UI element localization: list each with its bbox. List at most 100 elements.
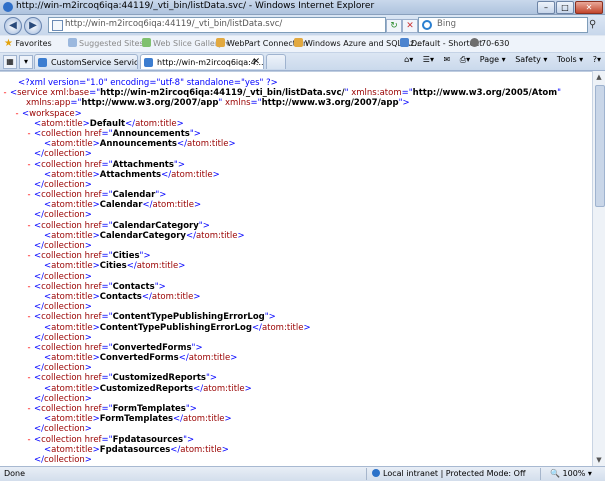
collapse-toggle[interactable]: -	[24, 343, 34, 353]
xml-collection-title: <atom:title>Fpdatasources</atom:title>	[44, 444, 229, 455]
tab-bar: ▦ ▾ CustomService Service http://win-m2i…	[0, 53, 605, 71]
xml-collection-close: </collection>	[34, 454, 92, 465]
scroll-up-icon[interactable]: ▲	[595, 73, 603, 81]
xml-collection-open: - <collection href="FormTemplates">	[0, 404, 561, 414]
feeds-icon[interactable]: ☰▾	[423, 55, 434, 64]
command-bar: ⌂▾ ☰▾ ✉ ⎙▾ Page ▾ Safety ▾ Tools ▾ ?▾	[397, 55, 601, 65]
favorite-70-630[interactable]: 70-630	[470, 38, 509, 48]
collapse-toggle[interactable]: -	[24, 221, 34, 231]
collapse-toggle[interactable]: -	[24, 251, 34, 261]
status-text: Done	[4, 469, 26, 478]
stop-icon[interactable]: ✕	[402, 19, 418, 33]
page-menu[interactable]: Page ▾	[480, 55, 506, 64]
xml-collection-close: </collection>	[34, 393, 92, 404]
xml-collection-close: </collection>	[34, 210, 92, 221]
minimize-button[interactable]: –	[537, 1, 555, 14]
quick-tabs-icon[interactable]: ▦	[3, 55, 17, 69]
window-title: http://win-m2ircoq6iqa:44119/_vti_bin/li…	[16, 1, 375, 11]
zoom-level[interactable]: 🔍 100% ▾	[550, 469, 592, 478]
suggested-sites-icon	[68, 38, 77, 47]
xml-collection-close: </collection>	[34, 302, 92, 313]
xml-document: <?xml version="1.0" encoding="utf-8" sta…	[0, 78, 561, 465]
vertical-scrollbar[interactable]: ▲ ▼	[592, 71, 605, 466]
refresh-icon[interactable]: ↻	[386, 19, 402, 33]
forward-button[interactable]: ▶	[24, 17, 42, 35]
title-bar: http://win-m2ircoq6iqa:44119/_vti_bin/li…	[0, 0, 605, 15]
xml-collection-title: <atom:title>Calendar</atom:title>	[44, 200, 202, 211]
tools-menu[interactable]: Tools ▾	[557, 55, 583, 64]
xml-collection-open: - <collection href="Contacts">	[0, 282, 561, 292]
scroll-down-icon[interactable]: ▼	[595, 456, 603, 464]
xml-collection-title: <atom:title>Cities</atom:title>	[44, 261, 186, 272]
page-icon	[216, 38, 225, 47]
page-icon	[38, 58, 47, 67]
address-bar[interactable]: http://win-m2ircoq6iqa:44119/_vti_bin/li…	[48, 17, 386, 33]
favorite-suggested-sites[interactable]: Suggested Sites ▾	[68, 38, 150, 48]
safety-menu[interactable]: Safety ▾	[515, 55, 547, 64]
xml-service-line-2: xmlns:app="http://www.w3.org/2007/app" x…	[26, 98, 410, 109]
collection-list: - <collection href="Announcements"> <atom:…	[0, 129, 561, 465]
tab-customservice[interactable]: CustomService Service	[34, 54, 138, 69]
bing-icon	[422, 20, 432, 30]
status-bar: Done Local intranet | Protected Mode: Of…	[0, 466, 605, 481]
collapse-toggle[interactable]: -	[12, 109, 22, 119]
xml-collection-close: </collection>	[34, 179, 92, 190]
read-mail-icon[interactable]: ✉	[444, 55, 451, 64]
search-box[interactable]: Bing	[418, 17, 588, 33]
window-controls: – □ ✕	[537, 1, 603, 14]
xml-collection-open: - <collection href="Cities">	[0, 251, 561, 261]
scroll-thumb[interactable]	[595, 85, 605, 207]
xml-collection-close: </collection>	[34, 363, 92, 374]
collapse-toggle[interactable]: -	[24, 282, 34, 292]
xml-collection-close: </collection>	[34, 424, 92, 435]
quick-tabs: ▦ ▾	[3, 55, 33, 69]
xml-collection-open: - <collection href="Announcements">	[0, 129, 561, 139]
collapse-toggle[interactable]: -	[24, 312, 34, 322]
xml-collection-title: <atom:title>CalendarCategory</atom:title…	[44, 230, 245, 241]
security-zone[interactable]: Local intranet | Protected Mode: Off	[372, 469, 525, 478]
xml-collection-open: - <collection href="CalendarCategory">	[0, 221, 561, 231]
page-icon	[144, 58, 153, 67]
xml-collection-open: - <collection href="Calendar">	[0, 190, 561, 200]
collapse-toggle[interactable]: -	[24, 404, 34, 414]
xml-workspace-title-line: <atom:title>Default</atom:title>	[34, 118, 184, 129]
page-icon	[400, 38, 409, 47]
search-placeholder: Bing	[437, 19, 456, 29]
xml-collection-title: <atom:title>ContentTypePublishingErrorLo…	[44, 322, 311, 333]
collapse-toggle[interactable]: -	[24, 190, 34, 200]
ie-logo-icon	[3, 2, 13, 12]
print-icon[interactable]: ⎙▾	[460, 55, 470, 64]
collapse-toggle[interactable]: -	[24, 435, 34, 445]
search-icon[interactable]: ⚲	[589, 19, 596, 30]
close-button[interactable]: ✕	[575, 1, 603, 14]
xml-collection-open: - <collection href="Attachments">	[0, 160, 561, 170]
back-button[interactable]: ◀	[4, 17, 22, 35]
collapse-toggle[interactable]: -	[24, 160, 34, 170]
page-icon	[52, 20, 63, 31]
favorites-button[interactable]: ★ Favorites	[4, 38, 52, 49]
new-tab-button[interactable]	[266, 54, 286, 69]
maximize-button[interactable]: □	[556, 1, 574, 14]
close-tab-icon[interactable]: ✕	[252, 55, 260, 69]
xml-collection-open: - <collection href="ConvertedForms">	[0, 343, 561, 353]
collapse-toggle[interactable]: -	[24, 129, 34, 139]
xml-declaration-line: <?xml version="1.0" encoding="utf-8" sta…	[18, 78, 278, 88]
xml-collection-title: <atom:title>Attachments</atom:title>	[44, 169, 220, 180]
help-icon[interactable]: ?▾	[593, 55, 601, 64]
xml-collection-close: </collection>	[34, 149, 92, 160]
address-url[interactable]: http://win-m2ircoq6iqa:44119/_vti_bin/li…	[65, 19, 282, 29]
xml-service-line: - <service xml:base="http://win-m2ircoq6i…	[0, 88, 561, 98]
xml-collection-close: </collection>	[34, 332, 92, 343]
tab-listdata[interactable]: http://win-m2ircoq6iqa:4... ✕	[140, 54, 264, 69]
xml-collection-title: <atom:title>CustomizedReports</atom:titl…	[44, 383, 252, 394]
home-icon[interactable]: ⌂▾	[404, 55, 413, 64]
globe-icon	[372, 469, 380, 477]
collapse-toggle[interactable]: -	[24, 373, 34, 383]
collapse-toggle[interactable]: -	[0, 88, 10, 98]
xml-collection-title: <atom:title>Announcements</atom:title>	[44, 139, 236, 150]
tab-list-icon[interactable]: ▾	[19, 55, 33, 69]
xml-collection-title: <atom:title>FormTemplates</atom:title>	[44, 414, 232, 425]
star-icon: ★	[4, 38, 13, 49]
bookmark-icon	[470, 38, 479, 47]
favorites-bar: ★ Favorites Suggested Sites ▾ Web Slice …	[0, 36, 605, 53]
